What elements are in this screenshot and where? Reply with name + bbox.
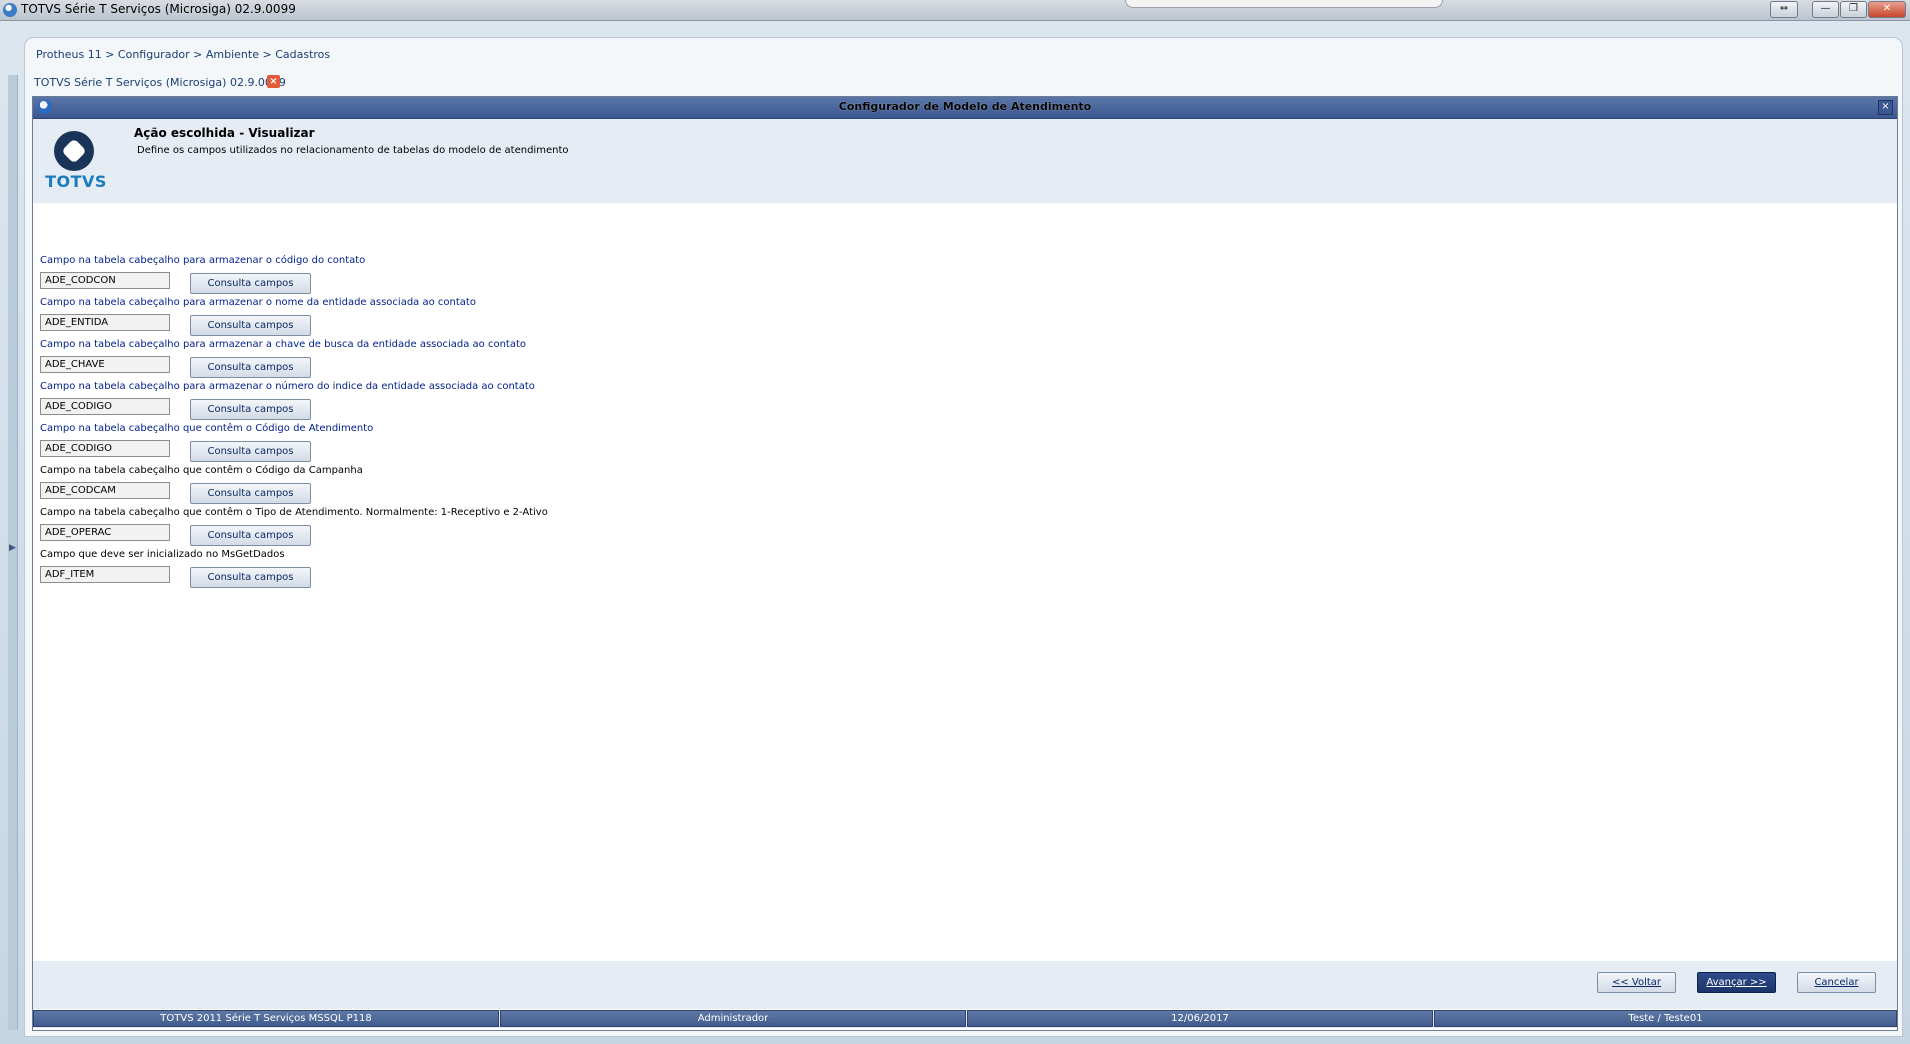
next-button[interactable]: Avançar >> [1697, 972, 1776, 993]
status-user: Administrador [500, 1010, 966, 1027]
field-input-atendimento[interactable] [40, 440, 170, 457]
field-input-campanha[interactable] [40, 482, 170, 499]
field-input-chave[interactable] [40, 356, 170, 373]
resize-icon[interactable]: ⇔ [1770, 1, 1798, 18]
field-label-entida: Campo na tabela cabeçalho para armazenar… [40, 297, 476, 308]
dialog-header: TOTVS Ação escolhida - Visualizar Define… [33, 119, 1897, 203]
tab-close-icon[interactable]: × [267, 75, 280, 88]
consulta-campos-button[interactable]: Consulta campos [190, 441, 311, 462]
collapsed-side-panel[interactable]: ▶ [8, 75, 18, 1030]
dialog-title-bar: Configurador de Modelo de Atendimento × [33, 97, 1897, 119]
close-window-button[interactable]: ✕ [1868, 1, 1906, 18]
expand-arrow-icon[interactable]: ▶ [9, 543, 16, 553]
dialog-footer: << Voltar Avançar >> Cancelar [33, 961, 1897, 1009]
cancel-button-label: Cancelar [1814, 977, 1859, 988]
maximize-button[interactable]: ❐ [1840, 1, 1867, 18]
breadcrumb[interactable]: Protheus 11 > Configurador > Ambiente > … [36, 48, 330, 61]
field-label-atendimento: Campo na tabela cabeçalho que contêm o C… [40, 423, 374, 434]
field-label-campanha: Campo na tabela cabeçalho que contêm o C… [40, 465, 363, 476]
field-input-msgetdados[interactable] [40, 566, 170, 583]
status-date: 12/06/2017 [967, 1010, 1433, 1027]
consulta-campos-button[interactable]: Consulta campos [190, 525, 311, 546]
field-input-indice[interactable] [40, 398, 170, 415]
field-label-chave: Campo na tabela cabeçalho para armazenar… [40, 339, 527, 350]
consulta-campos-button[interactable]: Consulta campos [190, 357, 311, 378]
app-logo-icon [3, 3, 17, 17]
field-label-indice: Campo na tabela cabeçalho para armazenar… [40, 381, 535, 392]
field-label-msgetdados: Campo que deve ser inicializado no MsGet… [40, 549, 285, 560]
field-input-operac[interactable] [40, 524, 170, 541]
minimize-button[interactable]: — [1812, 1, 1839, 18]
field-input-entida[interactable] [40, 314, 170, 331]
os-window-title: TOTVS Série T Serviços (Microsiga) 02.9.… [21, 2, 296, 16]
consulta-campos-button[interactable]: Consulta campos [190, 567, 311, 588]
field-label-codcon: Campo na tabela cabeçalho para armazenar… [40, 255, 366, 266]
dialog-close-button[interactable]: × [1878, 100, 1893, 115]
consulta-campos-button[interactable]: Consulta campos [190, 273, 311, 294]
consulta-campos-button[interactable]: Consulta campos [190, 399, 311, 420]
consulta-campos-button[interactable]: Consulta campos [190, 483, 311, 504]
back-button-label: << Voltar [1611, 977, 1662, 988]
status-system: TOTVS 2011 Série T Serviços MSSQL P118 [33, 1010, 499, 1027]
dialog-title: Configurador de Modelo de Atendimento [838, 100, 1092, 113]
back-button[interactable]: << Voltar [1597, 972, 1676, 993]
totvs-logo-mark-icon [54, 131, 94, 171]
totvs-logo: TOTVS [45, 131, 107, 193]
wizard-dialog: Configurador de Modelo de Atendimento × … [32, 96, 1898, 1031]
field-input-codcon[interactable] [40, 272, 170, 289]
document-tab[interactable]: TOTVS Série T Serviços (Microsiga) 02.9.… [34, 76, 286, 89]
status-company: Teste / Teste01 [1434, 1010, 1897, 1027]
next-button-label: Avançar >> [1706, 977, 1767, 988]
window-grip-handle[interactable] [1125, 0, 1443, 8]
totvs-logo-text: TOTVS [45, 172, 107, 191]
field-label-operac: Campo na tabela cabeçalho que contêm o T… [40, 507, 548, 518]
consulta-campos-button[interactable]: Consulta campos [190, 315, 311, 336]
action-title: Ação escolhida - Visualizar [134, 126, 315, 140]
action-description: Define os campos utilizados no relaciona… [137, 145, 569, 156]
cancel-button[interactable]: Cancelar [1797, 972, 1876, 993]
status-bar: TOTVS 2011 Série T Serviços MSSQL P118 A… [33, 1010, 1897, 1028]
os-title-bar: TOTVS Série T Serviços (Microsiga) 02.9.… [0, 0, 1910, 21]
